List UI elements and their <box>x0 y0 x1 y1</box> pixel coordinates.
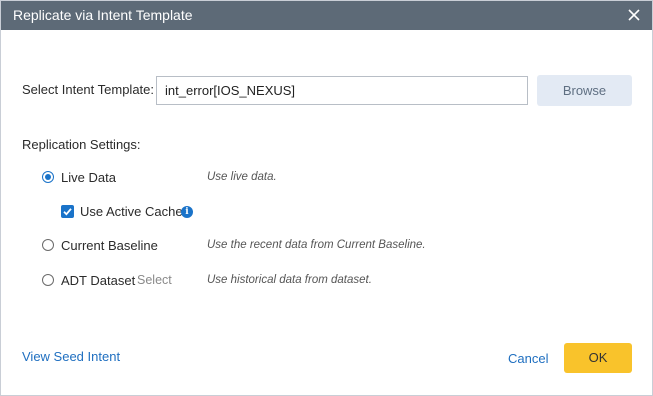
browse-button[interactable]: Browse <box>537 75 632 106</box>
dialog-title: Replicate via Intent Template <box>13 7 193 23</box>
live-data-radio[interactable] <box>42 171 54 183</box>
use-active-cache-checkbox[interactable] <box>61 205 74 218</box>
adt-dataset-select-link[interactable]: Select <box>137 273 172 287</box>
current-baseline-radio[interactable] <box>42 239 54 251</box>
dialog-titlebar: Replicate via Intent Template <box>1 1 652 30</box>
adt-dataset-label[interactable]: ADT Dataset <box>61 273 135 288</box>
view-seed-intent-link[interactable]: View Seed Intent <box>22 349 120 364</box>
info-icon[interactable]: i <box>181 206 193 218</box>
template-label: Select Intent Template: <box>22 82 155 97</box>
ok-button[interactable]: OK <box>564 343 632 373</box>
check-icon <box>63 208 72 216</box>
current-baseline-label[interactable]: Current Baseline <box>61 238 158 253</box>
cancel-button[interactable]: Cancel <box>508 351 548 366</box>
current-baseline-description: Use the recent data from Current Baselin… <box>207 239 426 251</box>
template-input[interactable] <box>156 76 528 105</box>
replication-heading: Replication Settings: <box>22 137 141 152</box>
adt-dataset-radio[interactable] <box>42 274 54 286</box>
close-icon[interactable] <box>626 7 642 23</box>
live-data-label[interactable]: Live Data <box>61 170 116 185</box>
use-active-cache-label[interactable]: Use Active Cache <box>80 204 183 219</box>
replicate-dialog: Replicate via Intent Template Select Int… <box>0 0 653 396</box>
live-data-description: Use live data. <box>207 171 277 183</box>
adt-dataset-description: Use historical data from dataset. <box>207 274 372 286</box>
